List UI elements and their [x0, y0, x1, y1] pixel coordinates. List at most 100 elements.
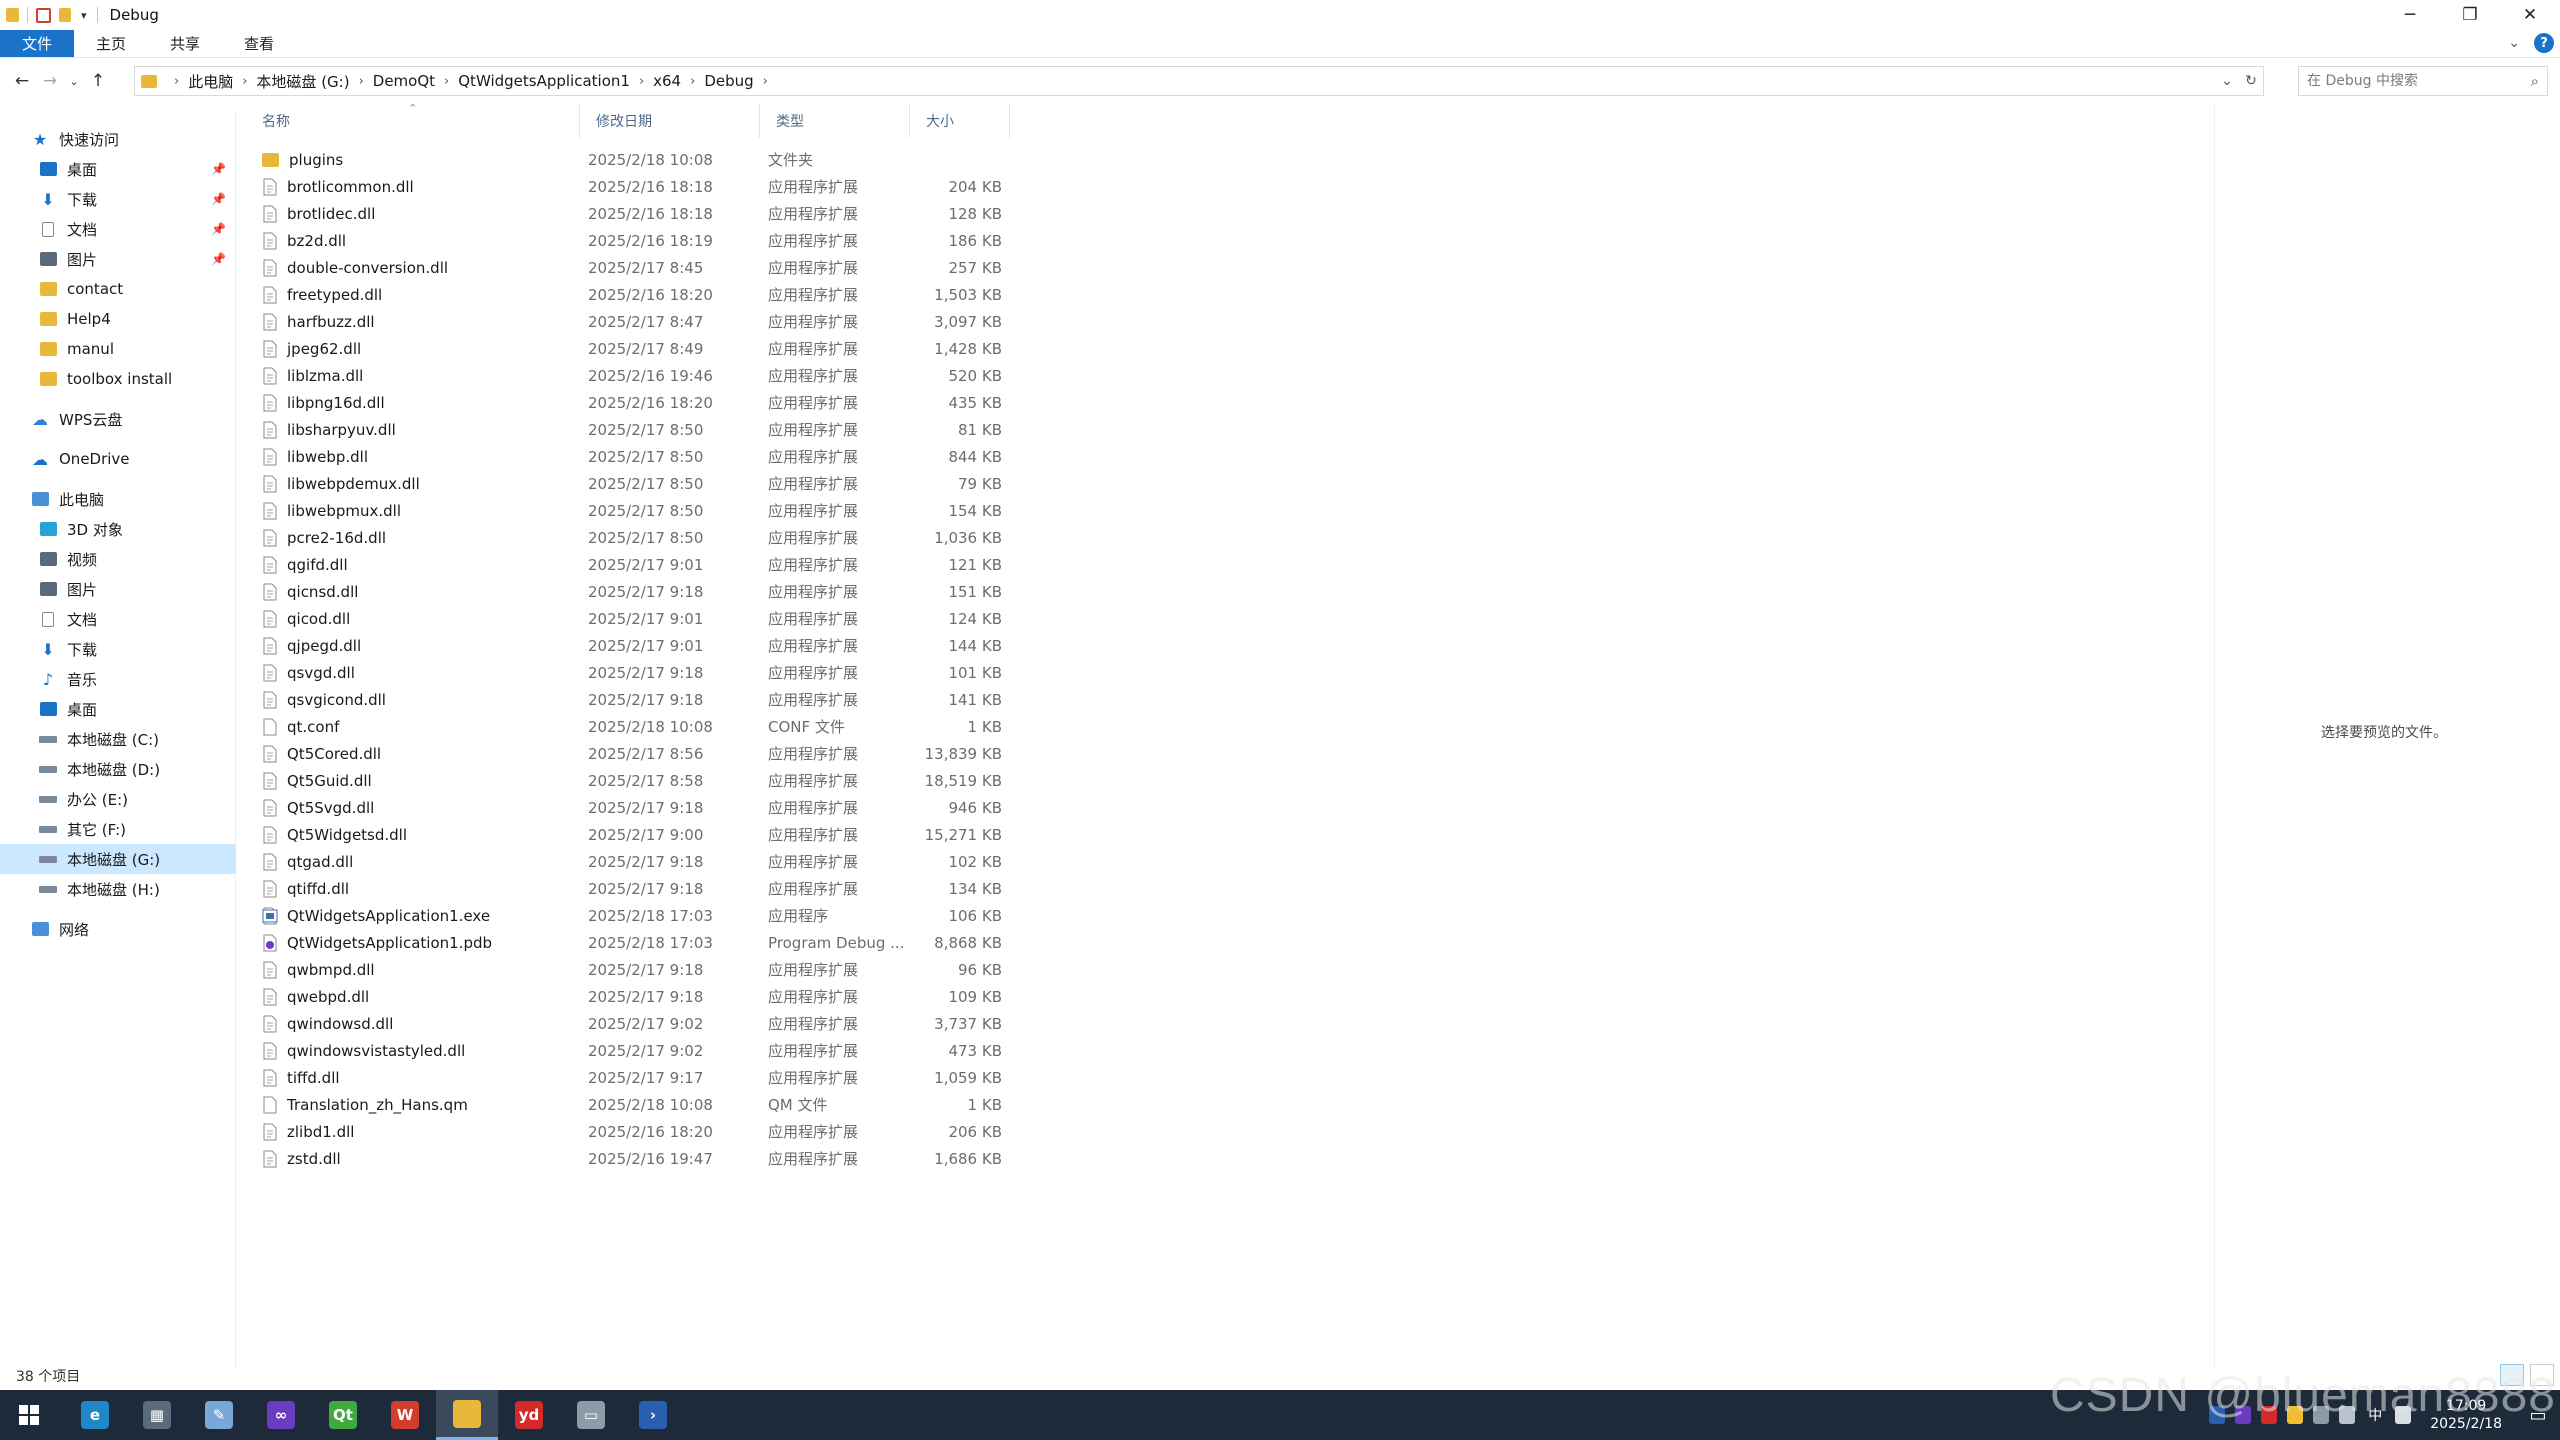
file-row[interactable]: harfbuzz.dll 2025/2/17 8:47 应用程序扩展 3,097 KB [246, 308, 1246, 335]
breadcrumb-qtwidgetsapplication1[interactable]: QtWidgetsApplication1 [458, 72, 630, 90]
file-row[interactable]: Qt5Widgetsd.dll 2025/2/17 9:00 应用程序扩展 15,27… [246, 821, 1246, 848]
file-row[interactable]: qt.conf 2025/2/18 10:08 CONF 文件 1 KB [246, 713, 1246, 740]
file-row[interactable]: tiffd.dll 2025/2/17 9:17 应用程序扩展 1,059 KB [246, 1064, 1246, 1091]
column-header-name[interactable]: 名称 ⌃ [246, 102, 580, 138]
sidebar-item[interactable]: 图片 📌 [0, 244, 236, 274]
sidebar-item[interactable]: 图片 [0, 574, 236, 604]
sidebar-item[interactable]: contact [0, 274, 236, 304]
sidebar-item[interactable]: ♪ 音乐 [0, 664, 236, 694]
file-row[interactable]: brotlidec.dll 2025/2/16 18:18 应用程序扩展 128 KB [246, 200, 1246, 227]
column-header-size[interactable]: 大小 [910, 104, 1010, 138]
file-row[interactable]: qwebpd.dll 2025/2/17 9:18 应用程序扩展 109 KB [246, 983, 1246, 1010]
file-row[interactable]: libwebpdemux.dll 2025/2/17 8:50 应用程序扩展 79 K… [246, 470, 1246, 497]
sidebar-item[interactable]: Help4 [0, 304, 236, 334]
file-row[interactable]: bz2d.dll 2025/2/16 18:19 应用程序扩展 186 KB [246, 227, 1246, 254]
file-row[interactable]: Translation_zh_Hans.qm 2025/2/18 10:08 QM … [246, 1091, 1246, 1118]
file-row[interactable]: qtgad.dll 2025/2/17 9:18 应用程序扩展 102 KB [246, 848, 1246, 875]
sidebar-item[interactable]: 3D 对象 [0, 514, 236, 544]
tab-file[interactable]: 文件 [0, 30, 75, 57]
file-row[interactable]: Qt5Svgd.dll 2025/2/17 9:18 应用程序扩展 946 KB [246, 794, 1246, 821]
file-row[interactable]: libsharpyuv.dll 2025/2/17 8:50 应用程序扩展 81 KB [246, 416, 1246, 443]
tab-share[interactable]: 共享 [148, 30, 222, 57]
file-row[interactable]: freetyped.dll 2025/2/16 18:20 应用程序扩展 1,503 … [246, 281, 1246, 308]
pin-icon[interactable]: 📌 [211, 252, 226, 266]
file-row[interactable]: liblzma.dll 2025/2/16 19:46 应用程序扩展 520 KB [246, 362, 1246, 389]
tab-home[interactable]: 主页 [74, 30, 148, 57]
taskbar-app[interactable]: e [64, 1390, 126, 1440]
pin-icon[interactable]: 📌 [211, 192, 226, 206]
up-button[interactable]: ↑ [84, 66, 112, 96]
sidebar-item[interactable]: ☁ WPS云盘 [0, 404, 236, 434]
file-row[interactable]: pcre2-16d.dll 2025/2/17 8:50 应用程序扩展 1,036 K… [246, 524, 1246, 551]
sidebar-item[interactable]: ☁ OneDrive [0, 444, 236, 474]
sidebar-item[interactable]: manul [0, 334, 236, 364]
file-row[interactable]: zlibd1.dll 2025/2/16 18:20 应用程序扩展 206 KB [246, 1118, 1246, 1145]
file-row[interactable]: brotlicommon.dll 2025/2/16 18:18 应用程序扩展 204… [246, 173, 1246, 200]
breadcrumb-demoqt[interactable]: DemoQt [373, 72, 435, 90]
taskbar-app[interactable]: ▭ [560, 1390, 622, 1440]
file-row[interactable]: QtWidgetsApplication1.pdb 2025/2/18 17:03… [246, 929, 1246, 956]
sidebar-item[interactable]: 办公 (E:) [0, 784, 236, 814]
sidebar-item[interactable]: 文档 [0, 604, 236, 634]
breadcrumb-debug[interactable]: Debug [704, 72, 753, 90]
taskbar-app[interactable]: W [374, 1390, 436, 1440]
file-row[interactable]: libpng16d.dll 2025/2/16 18:20 应用程序扩展 435 KB [246, 389, 1246, 416]
sidebar-item[interactable]: 其它 (F:) [0, 814, 236, 844]
sidebar-item[interactable]: ★ 快速访问 [0, 124, 236, 154]
file-row[interactable]: qjpegd.dll 2025/2/17 9:01 应用程序扩展 144 KB [246, 632, 1246, 659]
file-row[interactable]: qgifd.dll 2025/2/17 9:01 应用程序扩展 121 KB [246, 551, 1246, 578]
sidebar-item[interactable]: toolbox install [0, 364, 236, 394]
sidebar-item[interactable]: 网络 [0, 914, 236, 944]
file-row[interactable]: Qt5Guid.dll 2025/2/17 8:58 应用程序扩展 18,519 KB [246, 767, 1246, 794]
forward-button[interactable]: → [36, 66, 64, 96]
file-row[interactable]: double-conversion.dll 2025/2/17 8:45 应用程序扩… [246, 254, 1246, 281]
taskbar-app[interactable]: › [622, 1390, 684, 1440]
file-row[interactable]: qicod.dll 2025/2/17 9:01 应用程序扩展 124 KB [246, 605, 1246, 632]
properties-icon[interactable] [36, 7, 51, 23]
file-row[interactable]: qwindowsvistastyled.dll 2025/2/17 9:02 应用程… [246, 1037, 1246, 1064]
expand-ribbon-icon[interactable]: ⌄ [2508, 35, 2520, 51]
file-row[interactable]: qsvgd.dll 2025/2/17 9:18 应用程序扩展 101 KB [246, 659, 1246, 686]
breadcrumb-x64[interactable]: x64 [653, 72, 681, 90]
file-row[interactable]: plugins 2025/2/18 10:08 文件夹 [246, 146, 1246, 173]
tab-view[interactable]: 查看 [222, 30, 296, 57]
sidebar-item[interactable]: 视频 [0, 544, 236, 574]
sidebar-item[interactable]: 本地磁盘 (D:) [0, 754, 236, 784]
restore-button[interactable]: ❐ [2440, 0, 2500, 30]
customize-quick-access-icon[interactable]: ▾ [81, 9, 87, 22]
pin-icon[interactable]: 📌 [211, 222, 226, 236]
file-row[interactable]: qwbmpd.dll 2025/2/17 9:18 应用程序扩展 96 KB [246, 956, 1246, 983]
sidebar-item[interactable]: ⬇ 下载 📌 [0, 184, 236, 214]
taskbar-app[interactable]: ∞ [250, 1390, 312, 1440]
file-row[interactable]: libwebpmux.dll 2025/2/17 8:50 应用程序扩展 154 KB [246, 497, 1246, 524]
recent-locations-icon[interactable]: ⌄ [64, 66, 84, 96]
sidebar-item[interactable]: ⬇ 下载 [0, 634, 236, 664]
taskbar-app[interactable]: ▦ [126, 1390, 188, 1440]
file-row[interactable]: qsvgicond.dll 2025/2/17 9:18 应用程序扩展 141 KB [246, 686, 1246, 713]
sidebar-item[interactable]: 本地磁盘 (G:) [0, 844, 236, 874]
back-button[interactable]: ← [8, 66, 36, 96]
address-history-dropdown-icon[interactable]: ⌄ [2215, 73, 2239, 89]
search-input[interactable] [2307, 73, 2531, 89]
column-header-type[interactable]: 类型 [760, 104, 910, 138]
file-row[interactable]: zstd.dll 2025/2/16 19:47 应用程序扩展 1,686 KB [246, 1145, 1246, 1172]
sidebar-item[interactable]: 本地磁盘 (C:) [0, 724, 236, 754]
start-button[interactable] [0, 1390, 58, 1440]
file-row[interactable]: Qt5Cored.dll 2025/2/17 8:56 应用程序扩展 13,839 K… [246, 740, 1246, 767]
taskbar-app[interactable]: Qt [312, 1390, 374, 1440]
file-row[interactable]: qicnsd.dll 2025/2/17 9:18 应用程序扩展 151 KB [246, 578, 1246, 605]
taskbar-app[interactable]: yd [498, 1390, 560, 1440]
file-row[interactable]: jpeg62.dll 2025/2/17 8:49 应用程序扩展 1,428 KB [246, 335, 1246, 362]
file-row[interactable]: QtWidgetsApplication1.exe 2025/2/18 17:03… [246, 902, 1246, 929]
new-folder-icon[interactable] [59, 8, 71, 22]
sidebar-item[interactable]: 本地磁盘 (H:) [0, 874, 236, 904]
minimize-button[interactable]: ─ [2380, 0, 2440, 30]
taskbar-app[interactable] [436, 1390, 498, 1440]
pin-icon[interactable]: 📌 [211, 162, 226, 176]
breadcrumb-this-pc[interactable]: 此电脑 [188, 71, 233, 92]
sidebar-item[interactable]: 文档 📌 [0, 214, 236, 244]
search-box[interactable]: ⌕ [2298, 66, 2548, 96]
breadcrumb-drive-g[interactable]: 本地磁盘 (G:) [256, 71, 349, 92]
search-icon[interactable]: ⌕ [2531, 72, 2539, 90]
sidebar-item[interactable]: 此电脑 [0, 484, 236, 514]
